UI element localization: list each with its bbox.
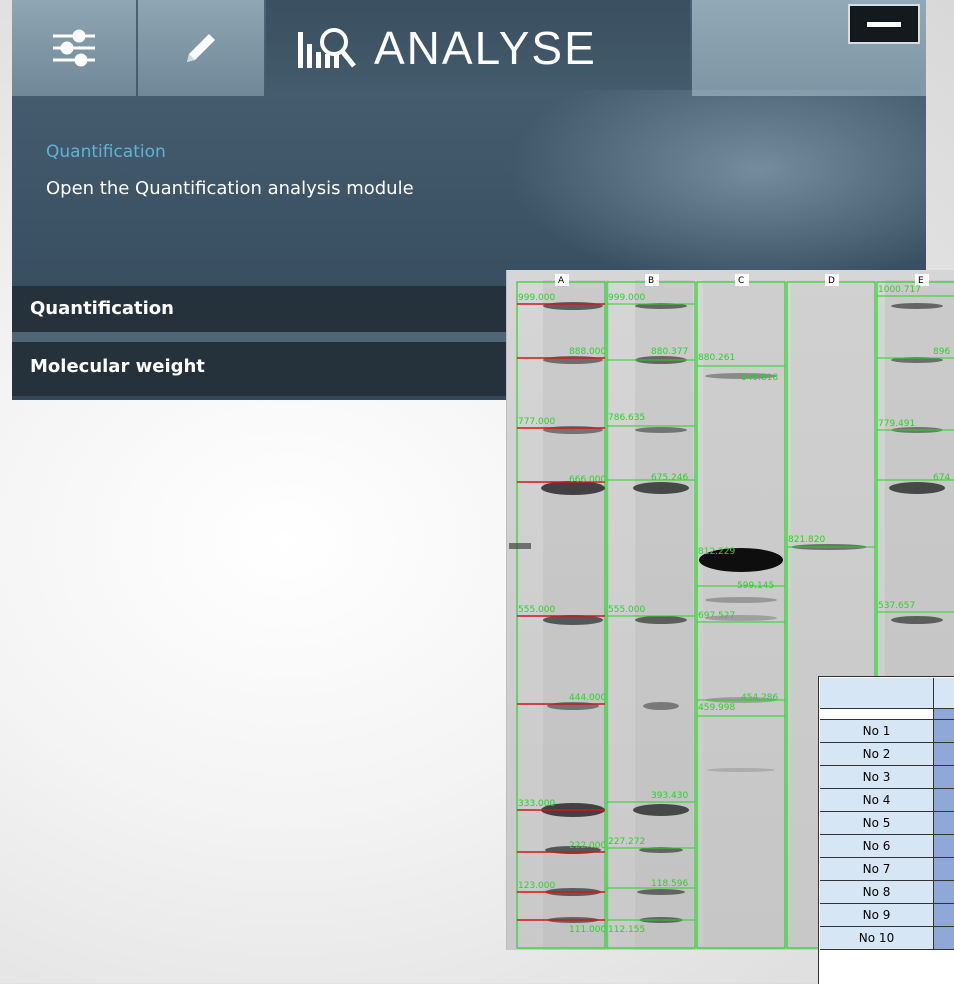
table-row-label[interactable]: No 7 [820,858,934,881]
table-row-label[interactable]: No 3 [820,766,934,789]
band-value-label: 222.000 [569,841,606,851]
band-value-label: 555.000 [608,605,645,615]
band-value-label: 880.261 [698,353,735,363]
band-value-label: 112.155 [608,925,645,935]
table-row-label[interactable]: No 1 [820,720,934,743]
table-row-value[interactable] [934,720,954,743]
sliders-icon [53,29,95,67]
band-value-label: 444.000 [569,693,606,703]
band-value-label: 393.430 [651,791,688,801]
band-value-label: 849.818 [741,373,778,383]
band-value-label: 599.145 [737,581,774,591]
analyse-tab[interactable]: ANALYSE [266,0,690,96]
table-header-cell [820,678,934,709]
table-spacer-row [820,709,934,720]
minimize-button[interactable] [848,4,920,44]
band-value-label: 779.491 [878,419,915,429]
band-value-label: 880.377 [651,347,688,357]
settings-tab[interactable] [12,0,136,96]
band-value-label: 812.229 [698,547,735,557]
table-row-value[interactable] [934,858,954,881]
lane-label-c: C [738,276,744,286]
table-row-label[interactable]: No 2 [820,743,934,766]
band-value-label: 777.000 [518,417,555,427]
table-row-label[interactable]: No 10 [820,927,934,950]
band-value-label: 333.000 [518,799,555,809]
table-row-label[interactable]: No 8 [820,881,934,904]
lane-label-a: A [558,276,565,286]
band-value-label: 666.000 [569,475,606,485]
analyse-icon [298,28,356,68]
table-spacer-value [934,709,954,720]
table-row-value[interactable] [934,766,954,789]
pencil-icon [187,34,215,62]
band-value-label: 786.635 [608,413,645,423]
module-description: Open the Quantification analysis module [46,178,414,199]
lane-label-b: B [648,276,654,286]
table-row-value[interactable] [934,904,954,927]
band-value-label: 896 [933,347,950,357]
band-value-label: 459.998 [698,703,735,713]
minimize-icon [867,21,901,27]
table-row-label[interactable]: No 9 [820,904,934,927]
band-value-label: 888.000 [569,347,606,357]
table-row-value[interactable] [934,743,954,766]
table-row-label[interactable]: No 4 [820,789,934,812]
band-value-label: 454.286 [741,693,778,703]
table-row-label[interactable]: No 5 [820,812,934,835]
band-value-label: 1000.717 [878,285,921,295]
band-value-label: 821.820 [788,535,825,545]
band-value-label: 118.596 [651,879,688,889]
module-title: Quantification [46,142,166,162]
band-value-label: 697.527 [698,611,735,621]
table-header-value [934,678,954,709]
band-value-label: 227.272 [608,837,645,847]
band-value-label: 999.000 [518,293,555,303]
table-row-value[interactable] [934,812,954,835]
table-row-value[interactable] [934,789,954,812]
lane-label-d: D [828,276,835,286]
results-table: No 1 No 2 No 3 No 4 No 5 No 6 No 7 No 8 … [818,676,954,984]
band-value-label: 674 [933,473,950,483]
band-value-label: 555.000 [518,605,555,615]
table-row-value[interactable] [934,881,954,904]
band-value-label: 999.000 [608,293,645,303]
band-value-label: 123.000 [518,881,555,891]
analyse-tab-label: ANALYSE [374,22,597,74]
band-value-label: 675.246 [651,473,688,483]
band-value-label: 111.000 [569,925,606,935]
table-row-value[interactable] [934,927,954,950]
edit-tab[interactable] [138,0,264,96]
table-row-label[interactable]: No 6 [820,835,934,858]
band-value-label: 537.657 [878,601,915,611]
table-row-value[interactable] [934,835,954,858]
